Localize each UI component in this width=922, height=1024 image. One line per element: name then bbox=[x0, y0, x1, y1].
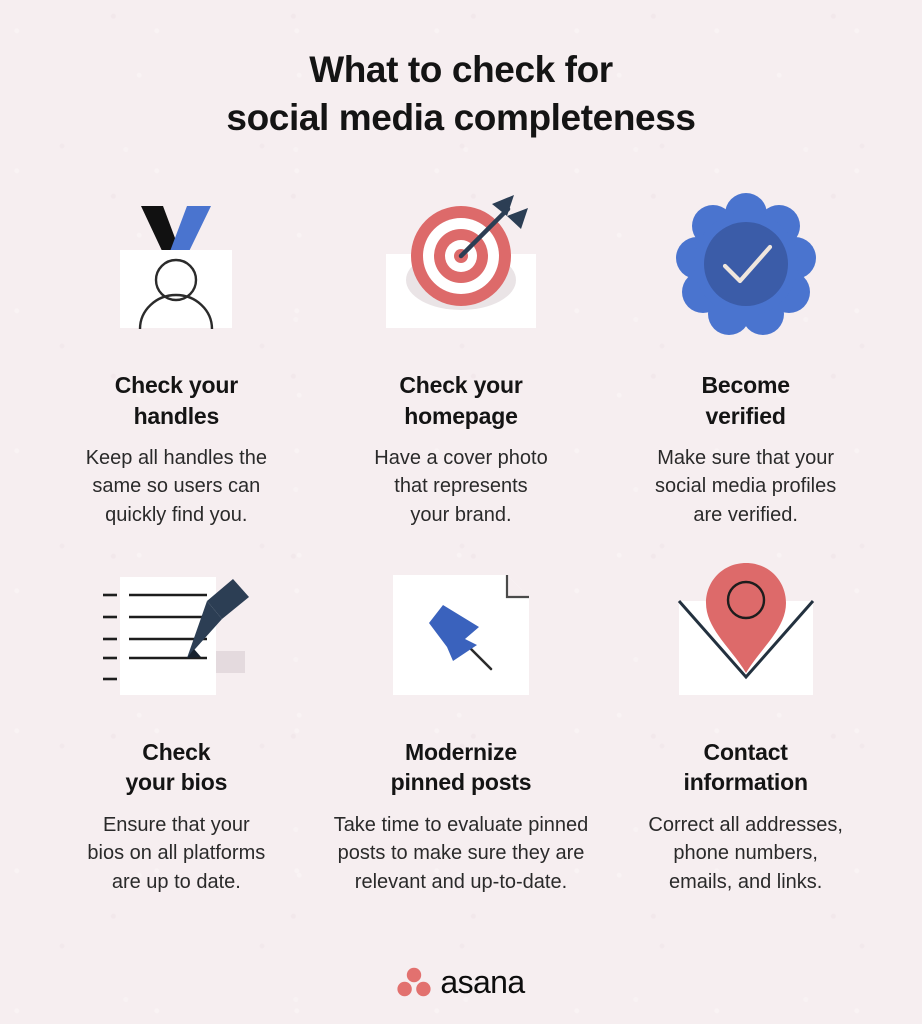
tip-heading-line-2: handles bbox=[133, 402, 220, 429]
tip-body: Ensure that your bios on all platforms a… bbox=[87, 811, 265, 896]
tip-heading-line-2: homepage bbox=[404, 402, 518, 429]
tip-heading-line-1: Become bbox=[701, 372, 790, 399]
tip-body-line-2: same so users can bbox=[92, 475, 261, 498]
tip-body-line-1: Have a cover photo bbox=[374, 446, 548, 469]
tip-body: Correct all addresses, phone numbers, em… bbox=[648, 811, 843, 896]
tip-body-line-3: emails, and links. bbox=[668, 870, 823, 893]
tips-grid: Check your handles Keep all handles the … bbox=[0, 178, 922, 896]
tip-heading-line-1: Check your bbox=[114, 372, 238, 399]
tip-body-line-1: Keep all handles the bbox=[85, 446, 267, 469]
page-title: What to check for social media completen… bbox=[0, 0, 922, 142]
asana-wordmark: asana bbox=[440, 964, 525, 1000]
tip-body-line-2: that represents bbox=[394, 475, 528, 498]
tip-heading: Check your bios bbox=[125, 737, 227, 798]
tip-body: Have a cover photo that represents your … bbox=[374, 444, 547, 529]
id-card-check-icon bbox=[120, 206, 233, 330]
tip-card-pinned-posts: Modernize pinned posts Take time to eval… bbox=[319, 555, 604, 896]
icon-container bbox=[603, 555, 888, 705]
tip-card-contact: Contact information Correct all addresse… bbox=[603, 555, 888, 896]
tip-card-verified: Become verified Make sure that your soci… bbox=[603, 178, 888, 529]
infographic-page: What to check for social media completen… bbox=[0, 0, 922, 1024]
tip-body-line-3: are verified. bbox=[693, 503, 798, 526]
tip-card-bios: Check your bios Ensure that your bios on… bbox=[34, 555, 319, 896]
tip-heading: Check your handles bbox=[115, 370, 238, 431]
tip-heading-line-2: information bbox=[683, 769, 808, 796]
tip-heading-line-1: Check your bbox=[399, 372, 523, 399]
tip-heading-line-1: Contact bbox=[703, 739, 788, 766]
target-arrow-icon bbox=[385, 195, 536, 329]
page-title-line-1: What to check for bbox=[309, 49, 613, 90]
tip-body-line-1: Ensure that your bbox=[102, 813, 250, 836]
envelope-map-pin-icon bbox=[677, 563, 814, 696]
tip-body-line-1: Take time to evaluate pinned bbox=[333, 813, 589, 836]
tip-card-homepage: Check your homepage Have a cover photo t… bbox=[319, 178, 604, 529]
tip-heading-line-1: Check bbox=[142, 739, 211, 766]
asana-logo: asana bbox=[0, 966, 922, 998]
tip-body-line-3: relevant and up-to-date. bbox=[354, 870, 568, 893]
page-title-line-2: social media completeness bbox=[226, 97, 696, 139]
tip-body-line-2: bios on all platforms bbox=[87, 842, 266, 865]
tip-heading-line-1: Modernize bbox=[405, 739, 517, 766]
icon-container bbox=[34, 178, 319, 338]
verified-badge-icon bbox=[675, 193, 816, 336]
tip-heading-line-2: pinned posts bbox=[390, 769, 532, 796]
tip-heading-line-2: your bios bbox=[125, 769, 228, 796]
tip-body-line-3: quickly find you. bbox=[105, 503, 248, 526]
icon-container bbox=[319, 178, 604, 338]
tip-body: Take time to evaluate pinned posts to ma… bbox=[334, 811, 589, 896]
tip-body-line-1: Correct all addresses, bbox=[648, 813, 843, 836]
tip-heading-line-2: verified bbox=[705, 402, 786, 429]
tip-heading: Contact information bbox=[684, 737, 808, 798]
icon-container bbox=[34, 555, 319, 705]
tip-body: Keep all handles the same so users can q… bbox=[86, 444, 267, 529]
tip-body-line-2: phone numbers, bbox=[673, 842, 818, 865]
tip-card-handles: Check your handles Keep all handles the … bbox=[34, 178, 319, 529]
icon-container bbox=[319, 555, 604, 705]
tip-heading: Check your homepage bbox=[399, 370, 522, 431]
asana-dots-logo-icon bbox=[397, 967, 431, 997]
document-pencil-icon bbox=[103, 577, 250, 696]
icon-container bbox=[603, 178, 888, 338]
tip-body-line-2: posts to make sure they are bbox=[337, 842, 585, 865]
tip-body-line-2: social media profiles bbox=[655, 475, 837, 498]
pushpin-note-icon bbox=[392, 575, 529, 696]
tip-body-line-3: your brand. bbox=[410, 503, 512, 526]
tip-heading: Become verified bbox=[702, 370, 790, 431]
tip-body-line-1: Make sure that your bbox=[657, 446, 835, 469]
tip-heading: Modernize pinned posts bbox=[391, 737, 532, 798]
tip-body: Make sure that your social media profile… bbox=[655, 444, 836, 529]
tip-body-line-3: are up to date. bbox=[111, 870, 241, 893]
